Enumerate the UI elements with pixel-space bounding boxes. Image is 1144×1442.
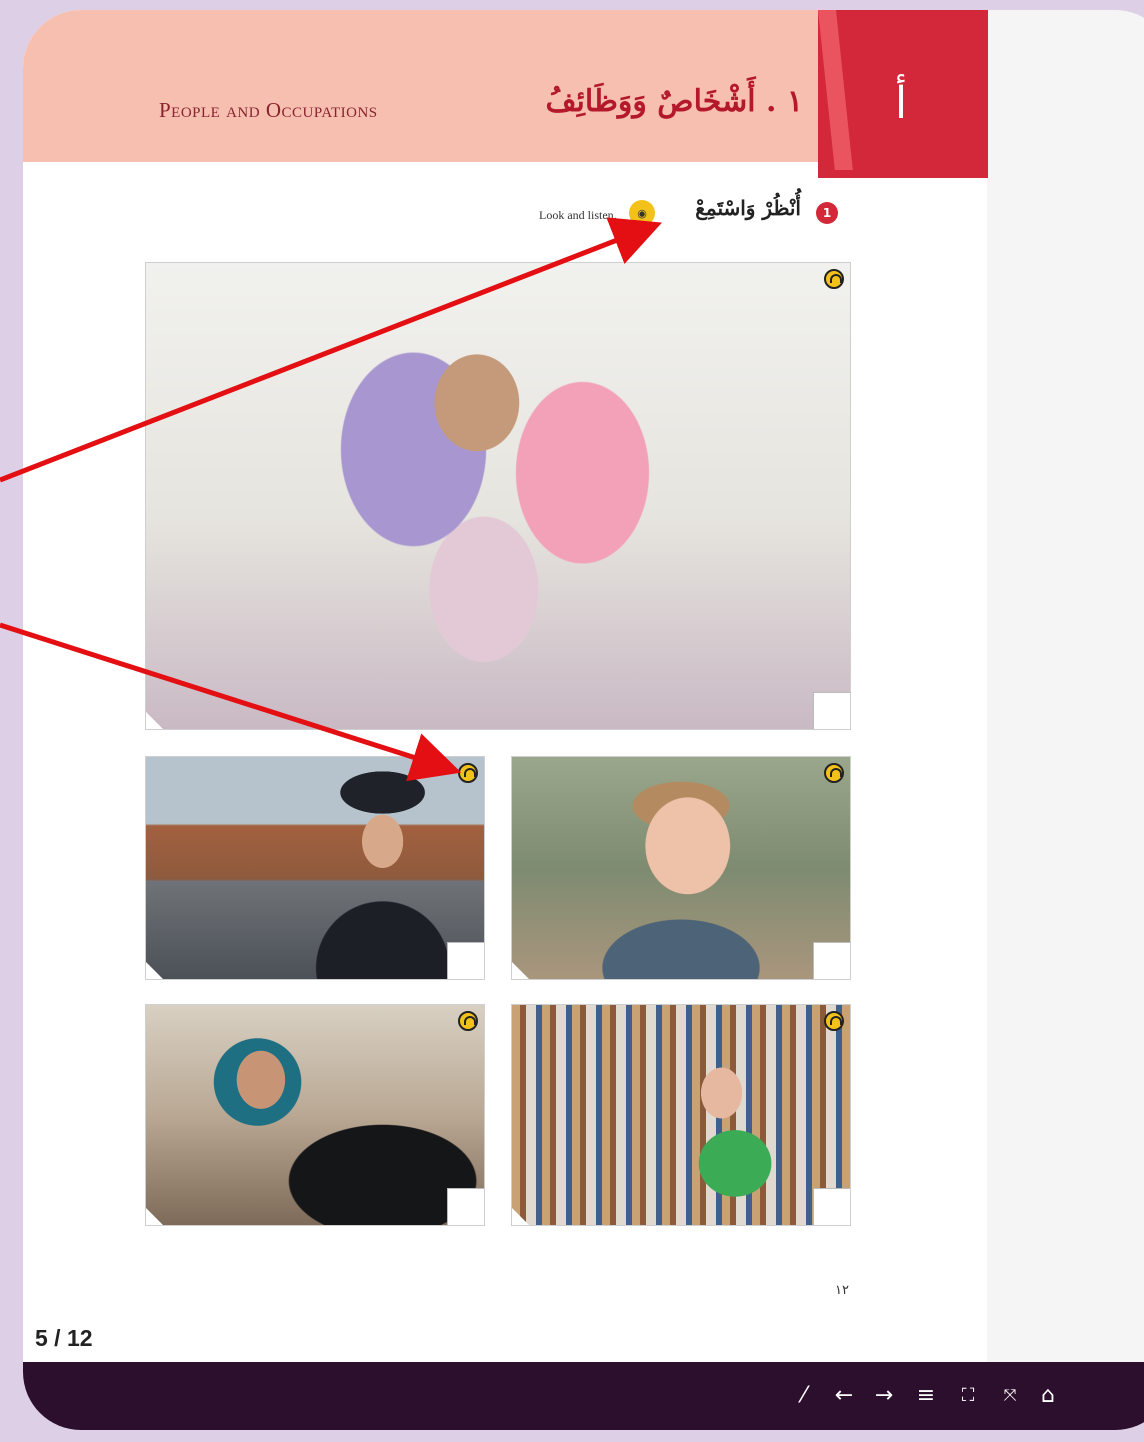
instruction-text-en: Look and listen. [539,208,617,222]
instruction-number-badge: 1 [816,202,838,224]
headphones-icon[interactable] [458,763,478,783]
headphones-icon[interactable] [458,1011,478,1031]
book-page: أ People and Occupations ١ . أَشْخَاصٌ و… [23,10,988,1365]
photo-corner-cut [512,962,529,979]
police-officer-photo[interactable] [145,756,485,980]
arrow-left-icon[interactable]: ← [829,1380,859,1410]
instruction-audio-button[interactable]: ◉ [629,200,655,226]
photo-corner-cut [146,962,163,979]
section-letter: أ [894,78,908,129]
home-icon[interactable]: ⌂ [1033,1380,1063,1410]
menu-icon[interactable]: ≡ [911,1380,941,1410]
page-counter: 5 / 12 [35,1325,93,1351]
photo-corner-cut [146,712,163,729]
headphones-icon: ◉ [637,206,647,220]
headphones-icon[interactable] [824,1011,844,1031]
baby-photo[interactable] [511,756,851,980]
page-number: ١٢ [835,1283,849,1298]
fullscreen-icon[interactable]: ⛶ [953,1380,983,1410]
chapter-title-en: People and Occupations [159,98,378,122]
answer-box[interactable] [447,1188,484,1225]
chapter-title-ar: ١ . أَشْخَاصٌ وَوَظَائِفُ [545,84,803,119]
arrow-right-icon[interactable]: → [869,1380,899,1410]
pen-icon[interactable]: ⁄ [789,1380,819,1410]
headphones-icon[interactable] [824,763,844,783]
woman-laptop-photo[interactable] [145,1004,485,1226]
student-library-photo[interactable] [511,1004,851,1226]
answer-box[interactable] [813,1188,850,1225]
family-photo[interactable] [145,262,851,730]
answer-box[interactable] [813,692,850,729]
fit-icon[interactable]: ⤧ [995,1380,1025,1410]
answer-box[interactable] [813,942,850,979]
bottom-toolbar: ⁄ ← → ≡ ⛶ ⤧ ⌂ [23,1362,1144,1430]
photo-corner-cut [512,1208,529,1225]
answer-box[interactable] [447,942,484,979]
headphones-icon[interactable] [824,269,844,289]
photo-corner-cut [146,1208,163,1225]
viewer-frame: أ People and Occupations ١ . أَشْخَاصٌ و… [23,10,1144,1430]
instruction-text-ar: أُنْظُرْ وَاسْتَمِعْ [695,196,801,220]
